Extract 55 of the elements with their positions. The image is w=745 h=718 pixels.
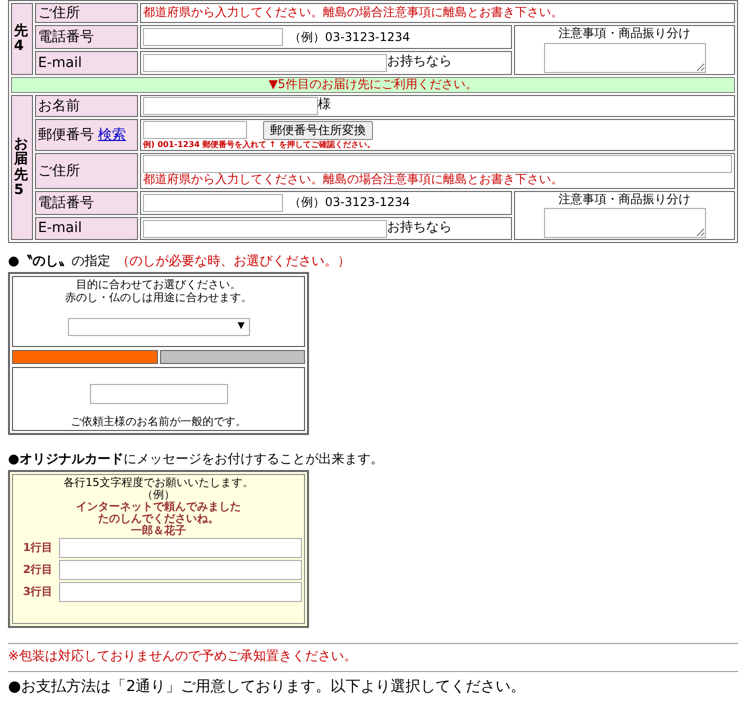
destination-side-label: お届先5 <box>14 136 28 198</box>
noshi-note: （のしが必要な時、お選びください。） <box>116 254 350 270</box>
honorific-text: 様 <box>318 98 331 114</box>
payment-heading: ●お支払方法は「2通り」ご用意しております。以下より選択してください。 <box>8 677 526 696</box>
address-hint: 都道府県から入力してください。離島の場合注意事項に離島とお書き下さい。 <box>143 172 564 187</box>
card-instruction: 各行15文字程度でお願いいたします。 <box>62 476 254 489</box>
email-input[interactable] <box>143 220 387 238</box>
phone-input[interactable] <box>143 28 283 46</box>
notes-label: 注意事項・商品振り分け <box>558 192 692 206</box>
field-label: 電話番号 <box>35 190 138 215</box>
message-line-input[interactable] <box>59 582 302 602</box>
noshi-name-input[interactable] <box>90 384 228 404</box>
wrapping-notice: ※包装は対応しておりませんので予めご承知置きください。 <box>8 648 358 666</box>
notes-textarea[interactable] <box>544 208 706 238</box>
name-input[interactable] <box>143 96 318 115</box>
line-label: 2行目 <box>23 564 54 576</box>
example-message-line: たのしんでくださいね。 <box>97 512 220 525</box>
noshi-select[interactable]: ▼ <box>68 318 250 336</box>
field-label: 郵便番号 <box>38 126 94 143</box>
example-message-line: インターネットで頼んでみました <box>75 500 242 513</box>
search-link[interactable]: 検索 <box>98 126 126 143</box>
line-label: 3行目 <box>23 586 54 598</box>
address-lookup-button[interactable]: 郵便番号住所変換 <box>263 120 373 140</box>
noshi-instruction: 目的に合わせてお選びください。 <box>75 279 242 292</box>
example-message-line: 一郎＆花子 <box>130 525 187 538</box>
noshi-tab[interactable] <box>160 350 305 364</box>
postal-hint: 例) 001-1234 郵便番号を入れて ↑ を押してご確認ください。 <box>143 140 376 149</box>
field-label: ご住所 <box>35 152 138 189</box>
email-note: お持ちなら <box>387 221 452 236</box>
field-label: お名前 <box>35 94 138 117</box>
postal-code-input[interactable] <box>143 121 247 140</box>
message-line-input[interactable] <box>59 538 302 558</box>
field-label: E-mail <box>35 216 138 240</box>
email-input[interactable] <box>143 54 387 72</box>
noshi-instruction: 赤のし・仏のしは用途に合わせます。 <box>64 292 253 304</box>
destination-side-label: 先4 <box>14 24 28 54</box>
notes-label: 注意事項・商品振り分け <box>558 27 692 41</box>
line-label: 1行目 <box>23 542 54 554</box>
phone-example: （例）03-3123-1234 <box>289 30 410 44</box>
field-label: 電話番号 <box>35 25 138 49</box>
card-heading: ●オリジナルカードにメッセージをお付けすることが出来ます。 <box>8 452 384 467</box>
phone-input[interactable] <box>143 194 283 212</box>
email-note: お持ちなら <box>387 55 452 70</box>
address-hint: 都道府県から入力してください。離島の場合注意事項に離島とお書き下さい。 <box>143 6 564 20</box>
phone-example: （例）03-3123-1234 <box>289 195 410 210</box>
example-label: （例） <box>141 488 175 501</box>
field-label: E-mail <box>35 50 138 75</box>
notes-textarea[interactable] <box>544 42 706 73</box>
field-label: ご住所 <box>35 3 138 24</box>
noshi-tab[interactable] <box>12 350 158 364</box>
address-input[interactable] <box>143 154 732 173</box>
noshi-caption: ご依頼主様のお名前が一般的です。 <box>70 416 248 428</box>
noshi-heading: ●〝のし〟の指定 <box>8 254 110 270</box>
destination-banner: ▼5件目のお届け先にご利用ください。 <box>11 76 735 93</box>
message-line-input[interactable] <box>59 560 302 580</box>
